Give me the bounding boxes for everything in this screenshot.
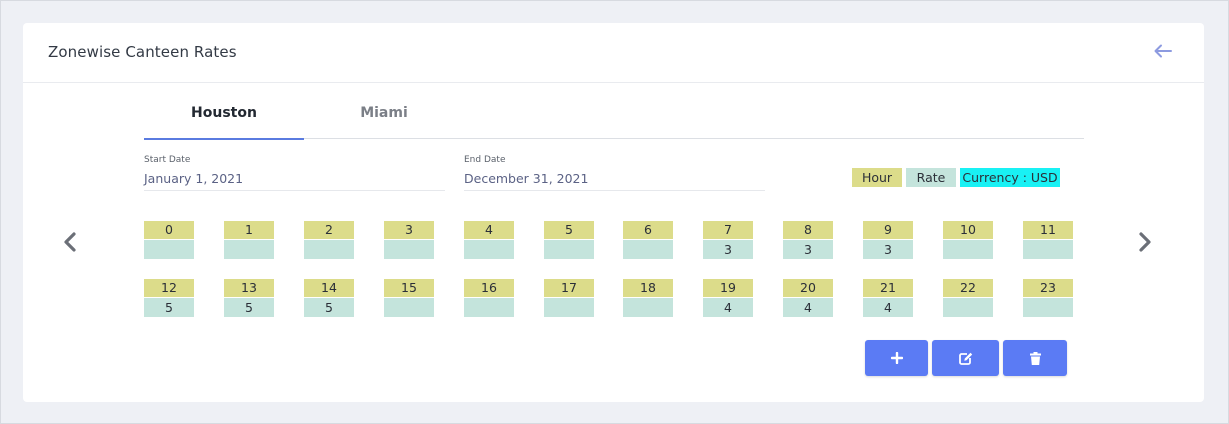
chevron-right-icon: [1139, 232, 1151, 252]
rate-value: 4: [863, 298, 913, 317]
page-title: Zonewise Canteen Rates: [48, 43, 237, 61]
rate-value: 4: [703, 298, 753, 317]
hour-label: 20: [783, 279, 833, 297]
rate-value: [544, 298, 594, 317]
hour-cell[interactable]: 13 5: [224, 279, 274, 317]
legend-currency: Currency : USD: [960, 168, 1060, 187]
rate-value: 3: [863, 240, 913, 259]
end-date-field[interactable]: End Date December 31, 2021: [464, 155, 765, 191]
hour-label: 23: [1023, 279, 1073, 297]
hour-cell[interactable]: 12 5: [144, 279, 194, 317]
hour-cell[interactable]: 19 4: [703, 279, 753, 317]
hour-cell[interactable]: 2: [304, 221, 354, 259]
rate-value: [943, 298, 993, 317]
hour-cell[interactable]: 5: [544, 221, 594, 259]
back-button[interactable]: [1152, 40, 1174, 62]
arrow-left-icon: [1154, 44, 1172, 58]
hour-label: 8: [783, 221, 833, 239]
chevron-left-icon: [64, 232, 76, 252]
hour-label: 18: [623, 279, 673, 297]
hour-cell[interactable]: 4: [464, 221, 514, 259]
add-button[interactable]: [865, 340, 928, 376]
hour-label: 1: [224, 221, 274, 239]
hour-label: 19: [703, 279, 753, 297]
canteen-rates-card: Zonewise Canteen Rates Houston Miami Sta…: [23, 23, 1204, 402]
rate-value: [544, 240, 594, 259]
hour-label: 10: [943, 221, 993, 239]
hour-label: 4: [464, 221, 514, 239]
hour-cell[interactable]: 1: [224, 221, 274, 259]
rate-value: [224, 240, 274, 259]
hour-cell[interactable]: 0: [144, 221, 194, 259]
plus-icon: [890, 352, 903, 364]
hour-label: 9: [863, 221, 913, 239]
rate-value: [1023, 298, 1073, 317]
card-header: Zonewise Canteen Rates: [23, 23, 1204, 83]
rate-value: [304, 240, 354, 259]
hour-label: 7: [703, 221, 753, 239]
rate-value: 3: [703, 240, 753, 259]
hour-cell[interactable]: 15: [384, 279, 434, 317]
rate-value: 5: [144, 298, 194, 317]
hour-label: 6: [623, 221, 673, 239]
hour-label: 14: [304, 279, 354, 297]
hour-cell[interactable]: 16: [464, 279, 514, 317]
rate-value: [943, 240, 993, 259]
hour-cell[interactable]: 93: [863, 221, 913, 259]
zone-tabs: Houston Miami: [144, 103, 1084, 140]
hour-label: 21: [863, 279, 913, 297]
hour-cell[interactable]: 83: [783, 221, 833, 259]
rate-value: [623, 298, 673, 317]
start-date-label: Start Date: [144, 155, 191, 165]
prev-button[interactable]: [60, 230, 80, 254]
rate-value: [384, 298, 434, 317]
delete-button[interactable]: [1003, 340, 1067, 376]
edit-button[interactable]: [932, 340, 999, 376]
rate-value: [384, 240, 434, 259]
hour-cell[interactable]: 3: [384, 221, 434, 259]
hour-label: 17: [544, 279, 594, 297]
legend-rate: Rate: [906, 168, 956, 187]
hour-label: 13: [224, 279, 274, 297]
hour-cell[interactable]: 6: [623, 221, 673, 259]
edit-icon: [958, 352, 972, 365]
trash-icon: [1029, 351, 1041, 365]
next-button[interactable]: [1135, 230, 1155, 254]
hour-label: 3: [384, 221, 434, 239]
rate-value: 5: [304, 298, 354, 317]
start-date-value: January 1, 2021: [144, 171, 244, 186]
hour-cell[interactable]: 10: [943, 221, 993, 259]
end-date-label: End Date: [464, 155, 506, 165]
tab-miami[interactable]: Miami: [304, 103, 464, 139]
rate-value: [464, 240, 514, 259]
hour-label: 11: [1023, 221, 1073, 239]
hour-cell[interactable]: 73: [703, 221, 753, 259]
rate-value: [623, 240, 673, 259]
hour-label: 5: [544, 221, 594, 239]
hour-label: 0: [144, 221, 194, 239]
hour-cell[interactable]: 22: [943, 279, 993, 317]
hour-label: 12: [144, 279, 194, 297]
hour-cell[interactable]: 17: [544, 279, 594, 317]
hour-cell[interactable]: 18: [623, 279, 673, 317]
hour-cell[interactable]: 20 4: [783, 279, 833, 317]
rate-value: 3: [783, 240, 833, 259]
hour-label: 2: [304, 221, 354, 239]
hour-cell[interactable]: 14 5: [304, 279, 354, 317]
rate-value: [464, 298, 514, 317]
rate-value: 4: [783, 298, 833, 317]
rate-value: 5: [224, 298, 274, 317]
start-date-field[interactable]: Start Date January 1, 2021: [144, 155, 445, 191]
hour-label: 15: [384, 279, 434, 297]
hour-cell[interactable]: 21 4: [863, 279, 913, 317]
rate-value: [144, 240, 194, 259]
hour-cell[interactable]: 23: [1023, 279, 1073, 317]
hour-label: 22: [943, 279, 993, 297]
hour-label: 16: [464, 279, 514, 297]
end-date-value: December 31, 2021: [464, 171, 589, 186]
rate-value: [1023, 240, 1073, 259]
hour-cell[interactable]: 11: [1023, 221, 1073, 259]
legend-hour: Hour: [852, 168, 902, 187]
tab-houston[interactable]: Houston: [144, 103, 304, 140]
